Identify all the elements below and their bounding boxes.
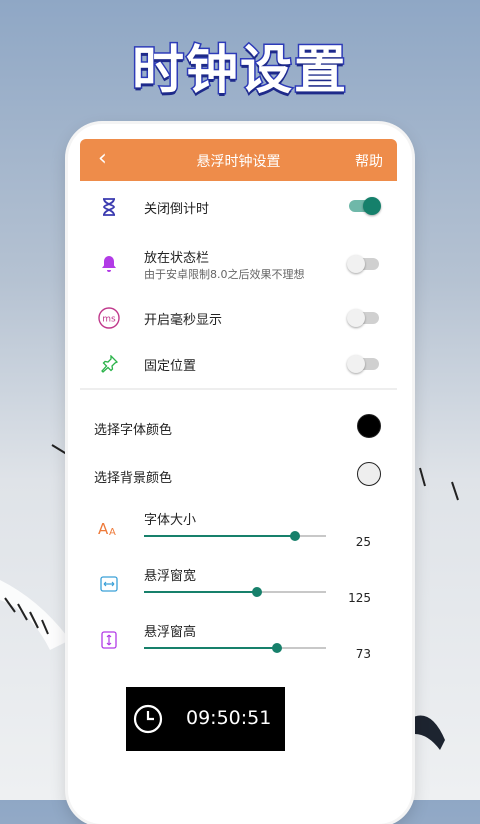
window-width-slider[interactable] bbox=[144, 587, 326, 597]
slider-label: 悬浮窗宽 bbox=[144, 569, 197, 584]
slider-value: 25 bbox=[355, 535, 371, 549]
hourglass-icon bbox=[98, 196, 120, 218]
font-color-row[interactable]: 选择字体颜色 bbox=[80, 403, 397, 451]
page-title: 悬浮时钟设置 bbox=[196, 154, 281, 170]
window-height-slider[interactable] bbox=[144, 643, 326, 653]
countdown-toggle[interactable] bbox=[349, 197, 381, 215]
fixed-position-toggle[interactable] bbox=[347, 355, 379, 373]
slider-label: 悬浮窗高 bbox=[144, 625, 197, 640]
toggle-row-milliseconds[interactable]: ms 开启毫秒显示 bbox=[80, 295, 397, 341]
bg-color-row[interactable]: 选择背景颜色 bbox=[80, 451, 397, 499]
title-bar: ‹ 悬浮时钟设置 帮助 bbox=[80, 139, 397, 181]
toggle-label: 关闭倒计时 bbox=[144, 202, 210, 217]
slider-label: 字体大小 bbox=[144, 513, 197, 528]
bell-icon bbox=[98, 253, 120, 275]
settings-screen: ‹ 悬浮时钟设置 帮助 关闭倒计时 放在状态栏 由于安卓限制8.0之后效果不理想… bbox=[80, 139, 397, 819]
toggle-row-statusbar[interactable]: 放在状态栏 由于安卓限制8.0之后效果不理想 bbox=[80, 233, 397, 295]
statusbar-toggle[interactable] bbox=[347, 255, 379, 273]
toggle-label: 固定位置 bbox=[144, 359, 197, 374]
window-height-row: 悬浮窗高 73 bbox=[80, 611, 397, 667]
width-icon bbox=[98, 573, 120, 595]
toggle-row-countdown[interactable]: 关闭倒计时 bbox=[80, 181, 397, 233]
milliseconds-toggle[interactable] bbox=[347, 309, 379, 327]
toggle-label: 放在状态栏 bbox=[144, 251, 210, 266]
slider-value: 125 bbox=[348, 591, 371, 605]
pin-icon bbox=[98, 353, 120, 375]
clock-time: 09:50:51 bbox=[186, 707, 272, 729]
ms-icon: ms bbox=[98, 307, 120, 329]
font-size-row: AA 字体大小 25 bbox=[80, 499, 397, 555]
svg-text:A: A bbox=[98, 520, 109, 537]
font-size-icon: AA bbox=[98, 517, 120, 539]
headline: 时钟设置 bbox=[130, 40, 348, 103]
clock-preview[interactable]: 09:50:51 bbox=[126, 687, 285, 751]
font-color-label: 选择字体颜色 bbox=[94, 423, 173, 438]
font-color-swatch[interactable] bbox=[357, 414, 381, 438]
font-size-slider[interactable] bbox=[144, 531, 326, 541]
help-button[interactable]: 帮助 bbox=[355, 151, 383, 171]
toggle-label: 开启毫秒显示 bbox=[144, 313, 223, 328]
bg-color-label: 选择背景颜色 bbox=[94, 471, 173, 486]
height-icon bbox=[98, 629, 120, 651]
slider-value: 73 bbox=[355, 647, 371, 661]
svg-text:A: A bbox=[109, 527, 116, 537]
window-width-row: 悬浮窗宽 125 bbox=[80, 555, 397, 611]
divider bbox=[80, 388, 397, 390]
svg-text:ms: ms bbox=[102, 315, 116, 325]
clock-icon bbox=[133, 704, 163, 734]
toggle-sublabel: 由于安卓限制8.0之后效果不理想 bbox=[144, 268, 305, 281]
toggle-row-fixed-position[interactable]: 固定位置 bbox=[80, 341, 397, 387]
bg-color-swatch[interactable] bbox=[357, 462, 381, 486]
phone-frame: ‹ 悬浮时钟设置 帮助 关闭倒计时 放在状态栏 由于安卓限制8.0之后效果不理想… bbox=[68, 124, 412, 824]
